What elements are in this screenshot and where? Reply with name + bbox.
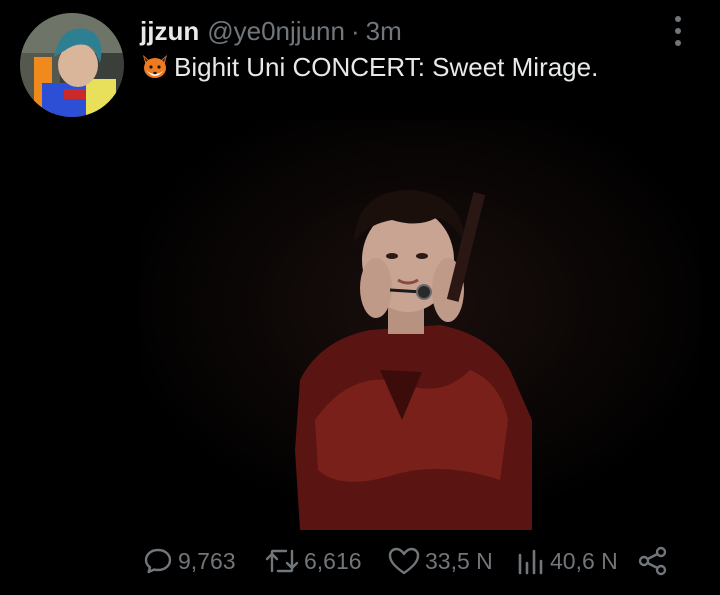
views-count: 40,6 N bbox=[550, 547, 618, 574]
tweet-actions: 9,763 6,616 33,5 N 40,6 N bbox=[140, 541, 680, 581]
like-button[interactable]: 33,5 N bbox=[387, 541, 493, 581]
tweet: jjzun @ye0njjunn · 3m Bighit Uni CONCERT… bbox=[0, 0, 720, 595]
more-dot-icon bbox=[675, 28, 681, 34]
share-button[interactable] bbox=[637, 541, 673, 581]
tweet-text-content: Bighit Uni CONCERT: Sweet Mirage. bbox=[174, 52, 599, 82]
tweet-text: Bighit Uni CONCERT: Sweet Mirage. bbox=[140, 50, 598, 84]
reply-count: 9,763 bbox=[178, 547, 236, 574]
timestamp[interactable]: 3m bbox=[366, 14, 402, 48]
concert-photo[interactable] bbox=[140, 120, 700, 530]
avatar[interactable] bbox=[20, 13, 124, 117]
like-count: 33,5 N bbox=[425, 547, 493, 574]
retweet-count: 6,616 bbox=[304, 547, 362, 574]
fox-face-icon bbox=[140, 52, 170, 82]
more-dot-icon bbox=[675, 40, 681, 46]
tweet-header: jjzun @ye0njjunn · 3m bbox=[140, 14, 402, 48]
share-icon bbox=[638, 546, 667, 576]
reply-icon bbox=[144, 548, 172, 574]
retweet-icon bbox=[265, 549, 299, 573]
separator-dot: · bbox=[350, 16, 360, 46]
retweet-button[interactable]: 6,616 bbox=[264, 541, 362, 581]
reply-button[interactable]: 9,763 bbox=[142, 541, 236, 581]
views-button[interactable]: 40,6 N bbox=[516, 541, 618, 581]
views-chart-icon bbox=[518, 549, 543, 575]
user-handle[interactable]: @ye0njjunn bbox=[207, 14, 345, 48]
heart-icon bbox=[388, 547, 420, 575]
display-name[interactable]: jjzun bbox=[140, 14, 199, 48]
more-options-button[interactable] bbox=[666, 16, 690, 46]
more-dot-icon bbox=[675, 16, 681, 22]
